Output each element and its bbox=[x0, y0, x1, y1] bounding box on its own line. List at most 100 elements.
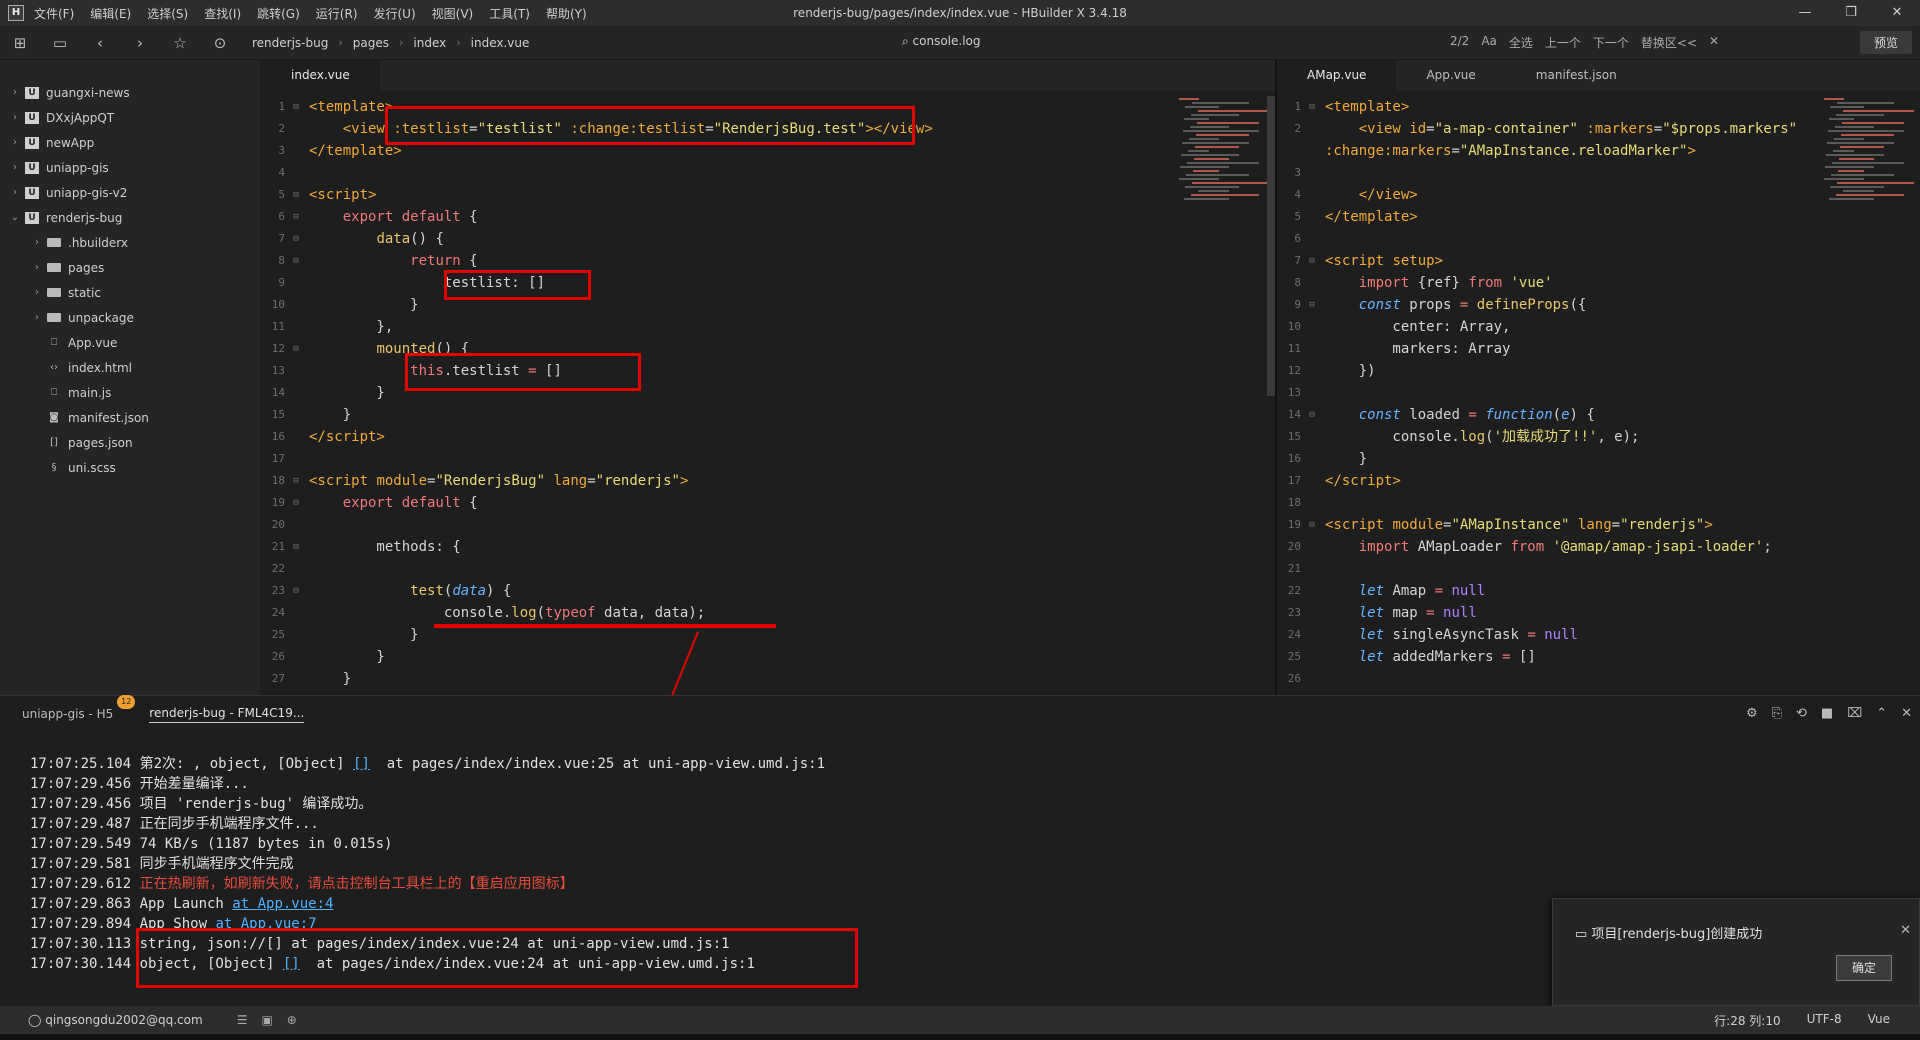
favorite-icon[interactable]: ☆ bbox=[160, 34, 200, 52]
open-log-icon[interactable]: ⎘ bbox=[1772, 706, 1782, 721]
tree-item[interactable]: § uni.scss bbox=[0, 455, 260, 480]
chevron-up-icon[interactable]: ⌃ bbox=[1876, 706, 1887, 721]
fold-icon[interactable]: ⊟ bbox=[289, 96, 303, 118]
menu-item[interactable]: 查找(I) bbox=[204, 5, 241, 22]
globe-icon[interactable]: ⊕ bbox=[287, 1013, 297, 1027]
hbuilder-logo-icon[interactable]: H bbox=[8, 5, 24, 21]
code-line[interactable]: 11 }, bbox=[261, 316, 1175, 338]
console-line[interactable]: 17:07:25.104 第2次: , object, [Object] [] … bbox=[30, 754, 825, 774]
code-area-left[interactable]: 1 ⊟ <template> 2 <view :testlist="testlist"… bbox=[261, 96, 1175, 690]
fold-icon[interactable]: ⊟ bbox=[289, 338, 303, 360]
find-next-button[interactable]: 下一个 bbox=[1593, 34, 1629, 51]
minimize-button[interactable]: — bbox=[1782, 0, 1828, 26]
code-line[interactable]: 5 ⊟ <script> bbox=[261, 184, 1175, 206]
code-line[interactable]: 14 } bbox=[261, 382, 1175, 404]
restart-icon[interactable]: ⟲ bbox=[1796, 706, 1807, 721]
code-line[interactable]: :change:markers="AMapInstance.reloadMark… bbox=[1277, 140, 1820, 162]
code-line[interactable]: 24 console.log(typeof data, data); bbox=[261, 602, 1175, 624]
tree-item[interactable]: › Uguangxi-news bbox=[0, 80, 260, 105]
clear-icon[interactable]: ⌧ bbox=[1847, 706, 1862, 721]
code-line[interactable]: 4 </view> bbox=[1277, 184, 1820, 206]
code-line[interactable]: 21 bbox=[1277, 558, 1820, 580]
code-line[interactable]: 12 }) bbox=[1277, 360, 1820, 382]
console-line[interactable]: 17:07:30.113 string, json://[] at pages/… bbox=[30, 934, 825, 954]
tab-manifest-json[interactable]: manifest.json bbox=[1506, 60, 1647, 90]
fold-icon[interactable]: ⊟ bbox=[1305, 250, 1319, 272]
fold-icon[interactable]: ⊟ bbox=[289, 206, 303, 228]
menu-item[interactable]: 发行(U) bbox=[374, 5, 416, 22]
chevron-right-icon[interactable]: › bbox=[8, 112, 22, 123]
fold-icon[interactable]: ⊟ bbox=[1305, 404, 1319, 426]
code-line[interactable]: 27 } bbox=[261, 668, 1175, 690]
preview-button[interactable]: 预览 bbox=[1859, 31, 1912, 54]
code-line[interactable]: 1 ⊟ <template> bbox=[1277, 96, 1820, 118]
code-line[interactable]: 18 ⊟ <script module="RenderjsBug" lang="re… bbox=[261, 470, 1175, 492]
code-line[interactable]: 4 bbox=[261, 162, 1175, 184]
tree-item[interactable]: › UnewApp bbox=[0, 130, 260, 155]
code-line[interactable]: 3 </template> bbox=[261, 140, 1175, 162]
code-line[interactable]: 17 bbox=[261, 448, 1175, 470]
tree-item[interactable]: ◙ manifest.json bbox=[0, 405, 260, 430]
cursor-position[interactable]: 行:28 列:10 bbox=[1714, 1012, 1780, 1029]
language-mode[interactable]: Vue bbox=[1868, 1012, 1890, 1029]
match-case-button[interactable]: Aa bbox=[1481, 34, 1497, 51]
menu-item[interactable]: 视图(V) bbox=[432, 5, 474, 22]
tree-item[interactable]: ⎕ App.vue bbox=[0, 330, 260, 355]
code-line[interactable]: 26 } bbox=[261, 646, 1175, 668]
chevron-right-icon[interactable]: › bbox=[30, 287, 44, 298]
minimap-left[interactable] bbox=[1179, 96, 1269, 216]
breadcrumb-item[interactable]: renderjs-bug bbox=[252, 36, 328, 50]
file-encoding[interactable]: UTF-8 bbox=[1807, 1012, 1842, 1029]
breadcrumb-item[interactable]: index bbox=[413, 36, 446, 50]
code-line[interactable]: 9 ⊟ const props = defineProps({ bbox=[1277, 294, 1820, 316]
code-line[interactable]: 19 ⊟ <script module="AMapInstance" lang="r… bbox=[1277, 514, 1820, 536]
code-line[interactable]: 5 </template> bbox=[1277, 206, 1820, 228]
menu-item[interactable]: 选择(S) bbox=[147, 5, 188, 22]
user-account[interactable]: ◯ qingsongdu2002@qq.com bbox=[28, 1013, 203, 1027]
code-line[interactable]: 24 let singleAsyncTask = null bbox=[1277, 624, 1820, 646]
code-line[interactable]: 10 center: Array, bbox=[1277, 316, 1820, 338]
code-line[interactable]: 14 ⊟ const loaded = function(e) { bbox=[1277, 404, 1820, 426]
chevron-right-icon[interactable]: › bbox=[30, 312, 44, 323]
chevron-right-icon[interactable]: › bbox=[30, 237, 44, 248]
chevron-down-icon[interactable]: ⌄ bbox=[8, 212, 22, 223]
console-line[interactable]: 17:07:30.144 object, [Object] [] at page… bbox=[30, 954, 825, 974]
code-line[interactable]: 10 } bbox=[261, 294, 1175, 316]
breadcrumb-item[interactable]: index.vue bbox=[471, 36, 530, 50]
fold-icon[interactable]: ⊟ bbox=[289, 492, 303, 514]
menu-item[interactable]: 文件(F) bbox=[34, 5, 74, 22]
menu-item[interactable]: 帮助(Y) bbox=[546, 5, 587, 22]
chevron-right-icon[interactable]: › bbox=[8, 137, 22, 148]
console-line[interactable]: 17:07:29.894 App Show at App.vue:7 bbox=[30, 914, 825, 934]
new-file-icon[interactable]: ⊞ bbox=[0, 34, 40, 52]
tree-item[interactable]: › .hbuilderx bbox=[0, 230, 260, 255]
code-line[interactable]: 16 } bbox=[1277, 448, 1820, 470]
tab-app-vue[interactable]: App.vue bbox=[1396, 60, 1505, 90]
fold-icon[interactable]: ⊟ bbox=[289, 250, 303, 272]
fold-icon[interactable]: ⊟ bbox=[289, 470, 303, 492]
code-line[interactable]: 6 bbox=[1277, 228, 1820, 250]
tree-item[interactable]: › Uuniapp-gis-v2 bbox=[0, 180, 260, 205]
code-line[interactable]: 7 ⊟ data() { bbox=[261, 228, 1175, 250]
console-line[interactable]: 17:07:29.549 74 KB/s (1187 bytes in 0.01… bbox=[30, 834, 825, 854]
chevron-right-icon[interactable]: › bbox=[8, 162, 22, 173]
code-area-right[interactable]: 1 ⊟ <template> 2 <view id="a-map-container"… bbox=[1277, 96, 1820, 690]
code-line[interactable]: 22 let Amap = null bbox=[1277, 580, 1820, 602]
code-line[interactable]: 23 ⊟ test(data) { bbox=[261, 580, 1175, 602]
code-line[interactable]: 17 </script> bbox=[1277, 470, 1820, 492]
console-line[interactable]: 17:07:29.456 项目 'renderjs-bug' 编译成功。 bbox=[30, 794, 825, 814]
code-line[interactable]: 25 let addedMarkers = [] bbox=[1277, 646, 1820, 668]
fold-icon[interactable]: ⊟ bbox=[289, 184, 303, 206]
fold-icon[interactable]: ⊟ bbox=[289, 536, 303, 558]
code-line[interactable]: 22 bbox=[261, 558, 1175, 580]
back-icon[interactable]: ‹ bbox=[80, 34, 120, 52]
menu-item[interactable]: 运行(R) bbox=[316, 5, 358, 22]
code-line[interactable]: 18 bbox=[1277, 492, 1820, 514]
fold-icon[interactable]: ⊟ bbox=[289, 228, 303, 250]
toast-ok-button[interactable]: 确定 bbox=[1836, 955, 1892, 981]
tree-item[interactable]: › U DXxjAppQT bbox=[0, 105, 260, 130]
close-find-icon[interactable]: ✕ bbox=[1709, 34, 1719, 51]
console-line[interactable]: 17:07:29.581 同步手机端程序文件完成 bbox=[30, 854, 825, 874]
console-tab-renderjs-bug[interactable]: renderjs-bug - FML4C19... bbox=[149, 706, 305, 723]
code-line[interactable]: 7 ⊟ <script setup> bbox=[1277, 250, 1820, 272]
